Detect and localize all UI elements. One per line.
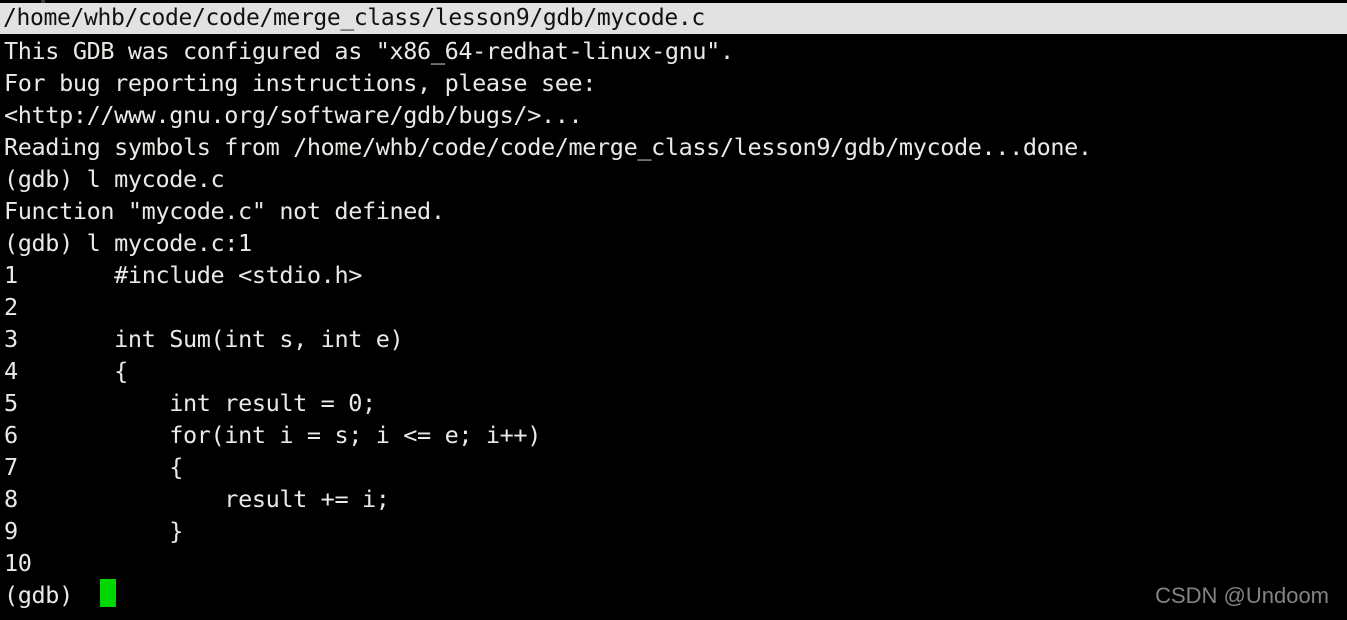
code-line-source: } xyxy=(114,517,183,545)
output-line: <http://www.gnu.org/software/gdb/bugs/>.… xyxy=(4,101,583,129)
code-listing-row: 6 for(int i = s; i <= e; i++) xyxy=(0,419,1347,451)
command-line: (gdb) l mycode.c xyxy=(4,165,225,193)
code-listing-row: 9 } xyxy=(0,515,1347,547)
code-line-source: #include <stdio.h> xyxy=(114,261,362,289)
output-line: This GDB was configured as "x86_64-redha… xyxy=(4,37,734,65)
code-line-number: 2 xyxy=(4,293,115,321)
code-line-source: int result = 0; xyxy=(114,389,376,417)
window-titlebar[interactable]: /home/whb/code/code/merge_class/lesson9/… xyxy=(0,3,1347,34)
code-line-number: 3 xyxy=(4,325,115,353)
code-line-number: 8 xyxy=(4,485,115,513)
command-line: (gdb) l mycode.c:1 xyxy=(4,229,252,257)
code-line-source: for(int i = s; i <= e; i++) xyxy=(114,421,541,449)
code-line-number: 9 xyxy=(4,517,115,545)
code-line-number: 10 xyxy=(4,549,115,577)
terminal-window: /home/whb/code/code/merge_class/lesson9/… xyxy=(0,0,1347,620)
window-title: /home/whb/code/code/merge_class/lesson9/… xyxy=(3,5,705,31)
output-line: Function "mycode.c" not defined. xyxy=(4,197,445,225)
code-line-source: { xyxy=(114,357,128,385)
code-listing-row: 7 { xyxy=(0,451,1347,483)
code-listing-row: 2 xyxy=(0,291,1347,323)
code-line-source: result += i; xyxy=(114,485,390,513)
text-cursor xyxy=(100,579,116,607)
code-listing-row: 10 xyxy=(0,547,1347,579)
code-listing-row: 3 int Sum(int s, int e) xyxy=(0,323,1347,355)
code-listing-row: 5 int result = 0; xyxy=(0,387,1347,419)
code-line-number: 5 xyxy=(4,389,115,417)
code-listing-row: 8 result += i; xyxy=(0,483,1347,515)
code-line-number: 6 xyxy=(4,421,115,449)
code-line-source: int Sum(int s, int e) xyxy=(114,325,404,353)
code-listing-row: 1 #include <stdio.h> xyxy=(0,259,1347,291)
code-listing-row: 4 { xyxy=(0,355,1347,387)
terminal-output-area[interactable]: This GDB was configured as "x86_64-redha… xyxy=(0,35,1347,620)
code-line-number: 1 xyxy=(4,261,115,289)
output-line: For bug reporting instructions, please s… xyxy=(4,69,597,97)
output-line: Reading symbols from /home/whb/code/code… xyxy=(4,133,1092,161)
code-line-number: 4 xyxy=(4,357,115,385)
prompt-line: (gdb) xyxy=(4,581,87,609)
code-line-number: 7 xyxy=(4,453,115,481)
code-line-source: { xyxy=(114,453,183,481)
watermark-label: CSDN @Undoom xyxy=(1155,583,1329,608)
